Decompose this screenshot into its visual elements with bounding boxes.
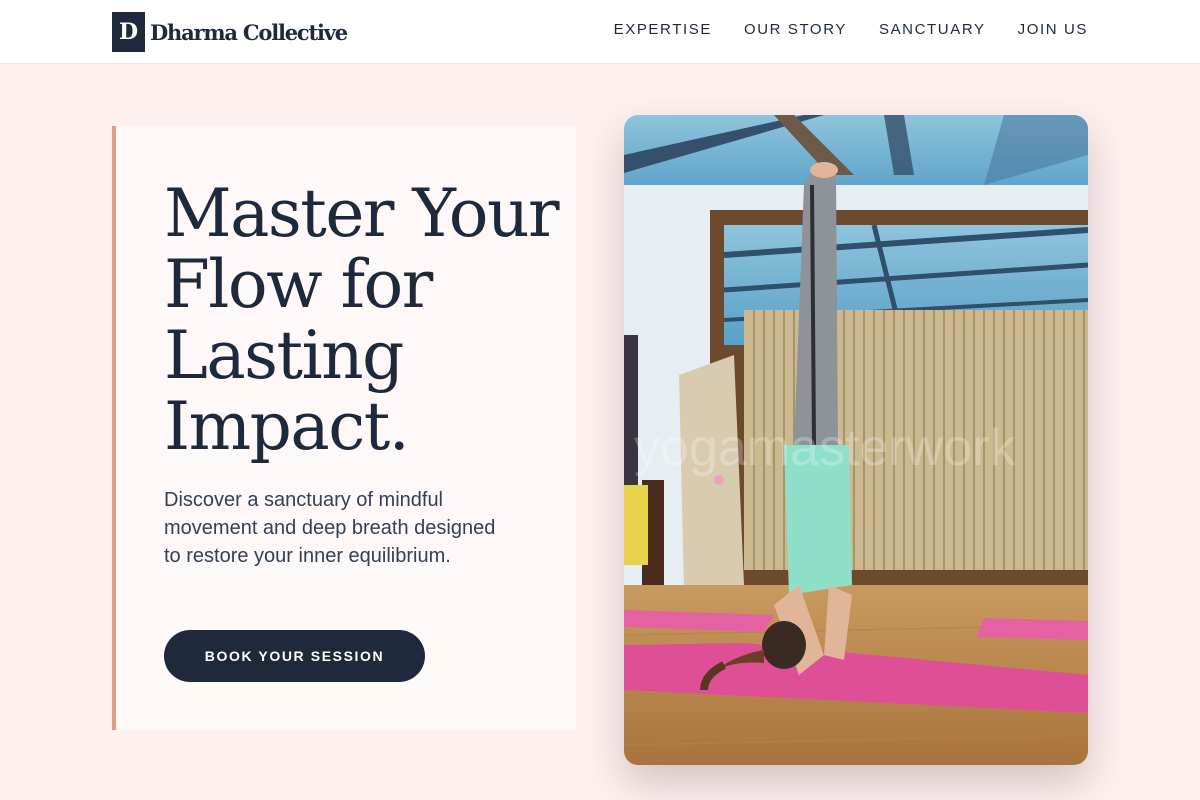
site-header: D Dharma Collective EXPERTISE OUR STORY … — [0, 0, 1200, 64]
brand-logo[interactable]: D Dharma Collective — [112, 12, 348, 52]
nav-our-story[interactable]: OUR STORY — [744, 21, 847, 38]
main-nav: EXPERTISE OUR STORY SANCTUARY JOIN US — [614, 21, 1088, 38]
book-session-button[interactable]: BOOK YOUR SESSION — [164, 630, 425, 682]
nav-sanctuary[interactable]: SANCTUARY — [879, 21, 986, 38]
logo-mark: D — [112, 12, 145, 52]
photo-watermark: yogamasterwork — [634, 419, 1016, 477]
yoga-headstand-image: yogamasterwork — [624, 115, 1088, 765]
hero-photo: yogamasterwork — [624, 115, 1088, 765]
nav-join-us[interactable]: JOIN US — [1018, 21, 1088, 38]
hero-card: Master Your Flow for Lasting Impact. Dis… — [112, 126, 576, 730]
hero-subtitle: Discover a sanctuary of mindful movement… — [164, 489, 496, 567]
brand-name: Dharma Collective — [150, 19, 348, 45]
nav-expertise[interactable]: EXPERTISE — [614, 21, 712, 38]
hero-title: Master Your Flow for Lasting Impact. — [164, 175, 560, 465]
